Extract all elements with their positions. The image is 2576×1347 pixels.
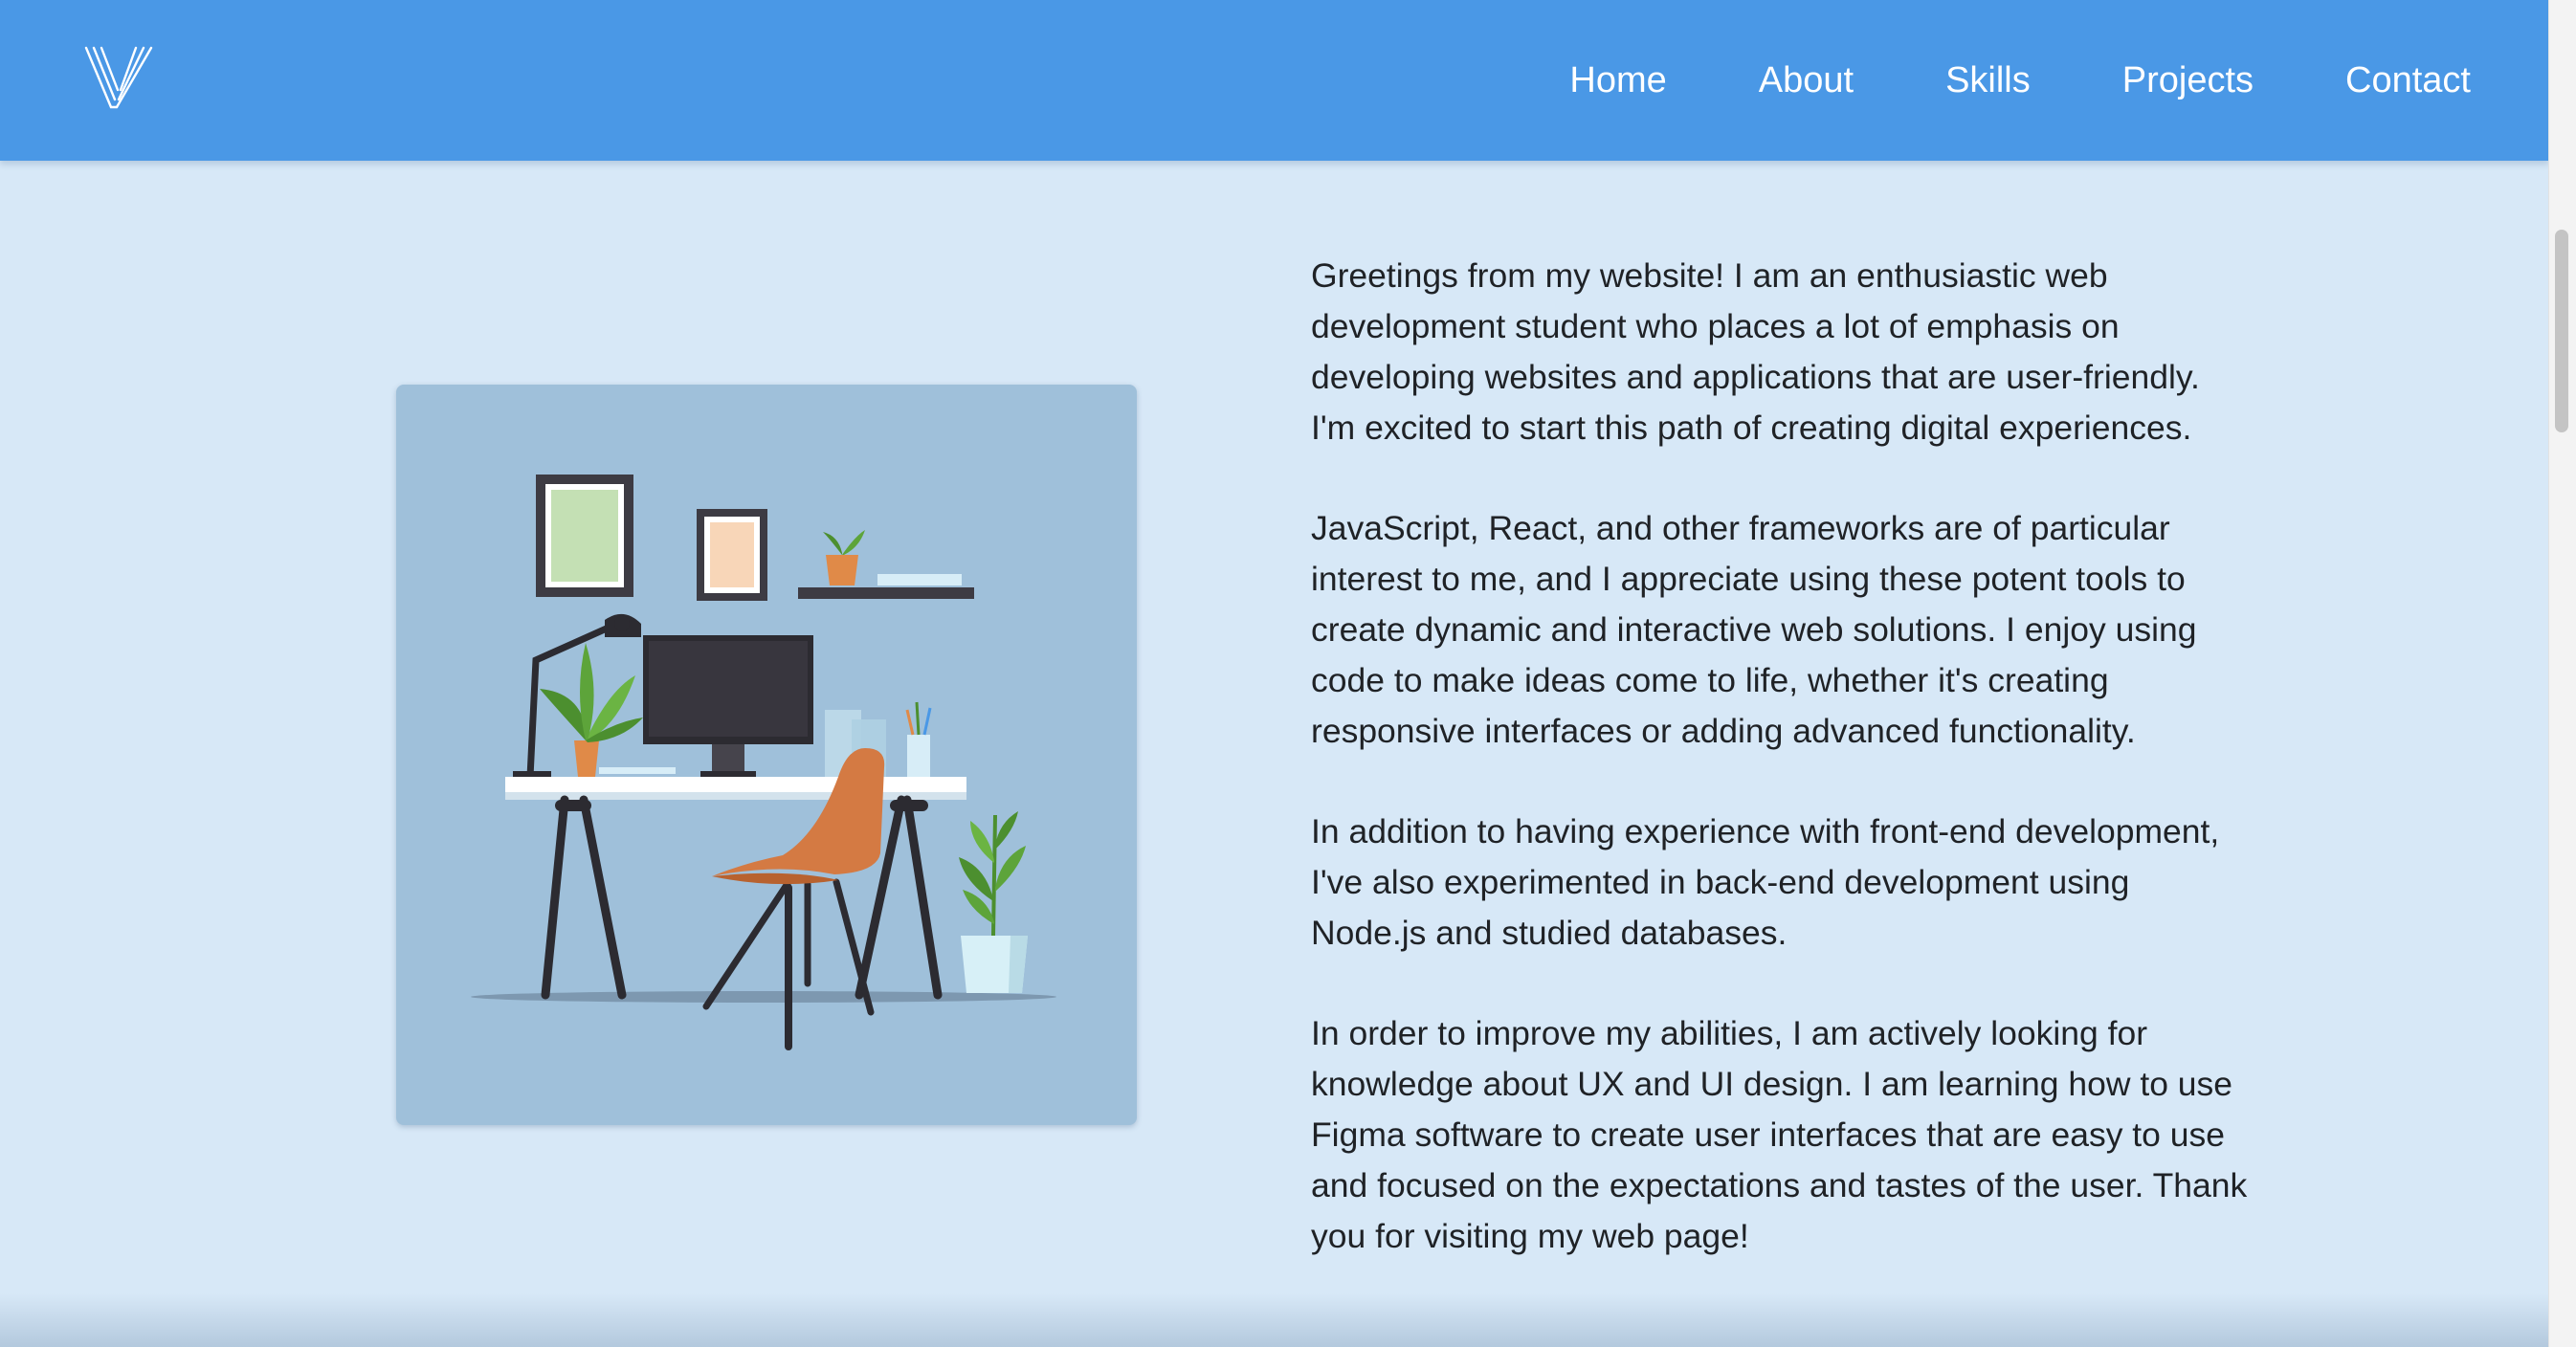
logo-icon[interactable] [84, 46, 153, 109]
about-paragraph-4: In order to improve my abilities, I am a… [1311, 1014, 2248, 1255]
scrollbar-thumb[interactable] [2555, 230, 2568, 432]
about-text: Greetings from my website! I am an enthu… [1311, 251, 2249, 1312]
about-paragraph-3: In addition to having experience with fr… [1311, 812, 2220, 952]
nav-link-about[interactable]: About [1759, 62, 1854, 99]
nav-link-home[interactable]: Home [1569, 62, 1666, 99]
nav-link-projects[interactable]: Projects [2122, 62, 2254, 99]
top-navbar: Home About Skills Projects Contact [0, 0, 2549, 161]
main-navigation: Home About Skills Projects Contact [1569, 0, 2471, 161]
nav-link-skills[interactable]: Skills [1945, 62, 2031, 99]
section-divider-shadow [0, 1293, 2549, 1347]
workspace-illustration [396, 385, 1137, 1125]
nav-link-contact[interactable]: Contact [2345, 62, 2471, 99]
about-paragraph-2: JavaScript, React, and other frameworks … [1311, 509, 2197, 750]
about-paragraph-1: Greetings from my website! I am an enthu… [1311, 256, 2200, 447]
vertical-scrollbar[interactable] [2548, 0, 2576, 1347]
